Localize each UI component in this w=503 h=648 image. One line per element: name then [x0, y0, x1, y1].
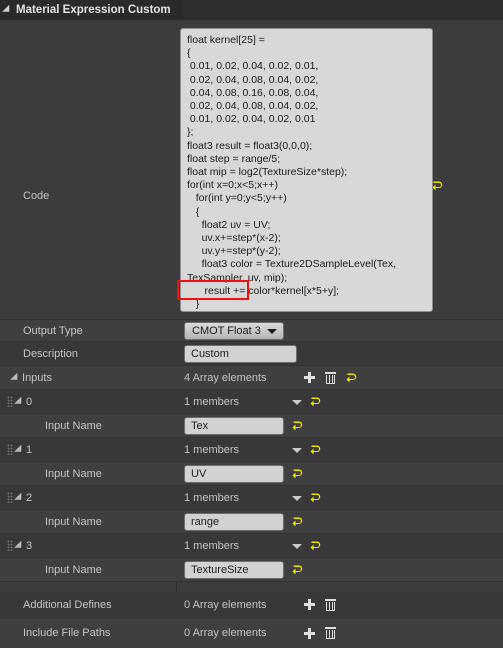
revert-arrow-icon[interactable] — [292, 516, 304, 528]
trash-icon[interactable] — [325, 627, 336, 639]
drag-handle-icon[interactable] — [7, 444, 13, 455]
array-index-label: 3 — [26, 539, 33, 552]
input-name-value: Tex — [191, 419, 209, 432]
plus-icon[interactable] — [304, 627, 315, 639]
drag-handle-icon[interactable] — [7, 396, 13, 407]
drag-handle-icon[interactable] — [7, 540, 13, 551]
input-name-value: range — [191, 515, 220, 528]
array-item-row-0: 0 1 members — [0, 390, 503, 414]
input-name-field[interactable]: range — [184, 512, 284, 531]
plus-icon[interactable] — [304, 599, 315, 610]
members-dropdown[interactable]: 1 members — [184, 540, 302, 552]
plus-icon[interactable] — [304, 372, 315, 383]
header-filler — [183, 0, 503, 20]
input-name-field[interactable]: TextureSize — [184, 560, 284, 579]
page-title: Material Expression Custom — [16, 4, 171, 16]
inputs-expander-icon[interactable] — [10, 372, 21, 383]
output-type-label: Output Type — [23, 324, 83, 337]
output-type-dropdown[interactable]: CMOT Float 3 — [184, 321, 284, 340]
array-item-row-2: 2 1 members — [0, 486, 503, 510]
input-name-field[interactable]: Tex — [184, 416, 284, 435]
input-name-label: Input Name — [45, 563, 102, 576]
chevron-down-icon — [292, 447, 302, 453]
input-name-value: TextureSize — [191, 563, 249, 576]
array-index-label: 1 — [26, 443, 33, 456]
chevron-down-icon — [292, 543, 302, 549]
include-file-paths-label: Include File Paths — [23, 627, 111, 639]
property-row-additional-defines: Additional Defines 0 Array elements — [0, 592, 503, 618]
code-label: Code — [23, 190, 50, 202]
property-row-inputs: Inputs 4 Array elements — [0, 366, 503, 390]
chevron-down-icon — [267, 328, 277, 334]
description-input[interactable]: Custom — [184, 344, 297, 363]
additional-defines-label: Additional Defines — [23, 598, 112, 611]
description-value: Custom — [191, 347, 229, 360]
members-value: 1 members — [184, 491, 240, 504]
drag-handle-icon[interactable] — [7, 492, 13, 503]
member-row-3: Input Name TextureSize — [0, 558, 503, 582]
input-name-field[interactable]: UV — [184, 464, 284, 483]
member-row-2: Input Name range — [0, 510, 503, 534]
item-expander-icon[interactable] — [14, 444, 25, 455]
chevron-down-icon — [292, 399, 302, 405]
item-expander-icon[interactable] — [14, 396, 25, 407]
property-row-description: Description Custom — [0, 342, 503, 366]
member-row-0: Input Name Tex — [0, 414, 503, 438]
input-name-value: UV — [191, 467, 207, 480]
members-value: 1 members — [184, 443, 240, 456]
item-expander-icon[interactable] — [14, 540, 25, 551]
material-expression-custom-panel: Material Expression Custom Code float ke… — [0, 0, 503, 648]
array-index-label: 0 — [26, 395, 33, 408]
trash-icon[interactable] — [325, 598, 336, 611]
trash-icon[interactable] — [325, 371, 336, 384]
chevron-down-icon — [292, 495, 302, 501]
inputs-count: 4 Array elements — [184, 371, 267, 384]
revert-arrow-icon[interactable] — [310, 396, 322, 408]
members-value: 1 members — [184, 539, 240, 552]
revert-arrow-icon[interactable] — [292, 420, 304, 432]
property-row-include-file-paths: Include File Paths 0 Array elements — [0, 618, 503, 648]
input-name-label: Input Name — [45, 515, 102, 528]
array-item-row-3: 3 1 members — [0, 534, 503, 558]
category-header[interactable]: Material Expression Custom — [0, 0, 183, 20]
member-row-1: Input Name UV — [0, 462, 503, 486]
output-type-value: CMOT Float 3 — [192, 324, 261, 337]
additional-defines-count: 0 Array elements — [184, 598, 267, 611]
revert-arrow-icon[interactable] — [310, 540, 322, 552]
members-dropdown[interactable]: 1 members — [184, 444, 302, 456]
members-dropdown[interactable]: 1 members — [184, 492, 302, 504]
revert-arrow-icon[interactable] — [310, 444, 322, 456]
property-row-code: Code float kernel[25] = { 0.01, 0.02, 0.… — [0, 20, 503, 320]
members-value: 1 members — [184, 395, 240, 408]
include-file-paths-count: 0 Array elements — [184, 627, 267, 639]
revert-arrow-icon[interactable] — [292, 564, 304, 576]
triangle-expanded-icon[interactable] — [2, 4, 13, 16]
item-expander-icon[interactable] — [14, 492, 25, 503]
revert-code-icon[interactable] — [432, 180, 444, 192]
code-textarea[interactable]: float kernel[25] = { 0.01, 0.02, 0.04, 0… — [180, 28, 433, 312]
property-row-output-type: Output Type CMOT Float 3 — [0, 320, 503, 342]
revert-arrow-icon[interactable] — [346, 372, 358, 384]
members-dropdown[interactable]: 1 members — [184, 396, 302, 408]
revert-arrow-icon[interactable] — [310, 492, 322, 504]
array-item-row-1: 1 1 members — [0, 438, 503, 462]
description-label: Description — [23, 347, 79, 360]
array-index-label: 2 — [26, 491, 33, 504]
inputs-label: Inputs — [22, 371, 52, 384]
input-name-label: Input Name — [45, 419, 102, 432]
input-name-label: Input Name — [45, 467, 102, 480]
revert-arrow-icon[interactable] — [292, 468, 304, 480]
